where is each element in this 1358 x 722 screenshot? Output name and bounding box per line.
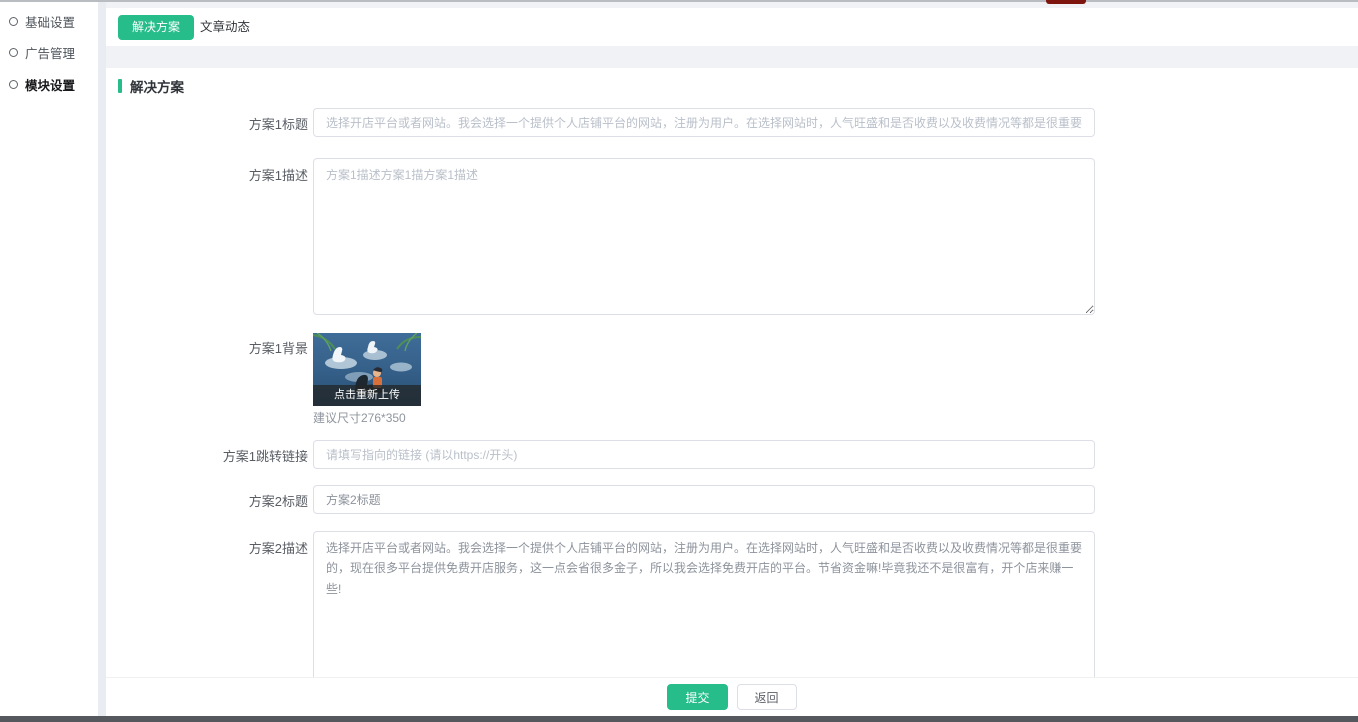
reupload-overlay[interactable]: 点击重新上传 <box>313 385 421 406</box>
tab-bar: 解决方案 文章动态 <box>106 8 1358 46</box>
section-header: 解决方案 <box>118 76 184 96</box>
sidebar-item-label: 模块设置 <box>25 75 75 94</box>
radio-circle-icon <box>9 48 18 57</box>
sidebar-item-module-settings[interactable]: 模块设置 <box>9 75 75 94</box>
sidebar: 基础设置 广告管理 模块设置 <box>0 2 98 716</box>
plan1-link-label: 方案1跳转链接 <box>148 446 308 465</box>
footer-action-bar: 提交 返回 <box>106 677 1358 716</box>
solution-form-panel: 解决方案 方案1标题 方案1描述 方案1背景 <box>106 68 1358 677</box>
sidebar-divider <box>98 2 106 716</box>
radio-circle-icon <box>9 80 18 89</box>
plan1-title-input[interactable] <box>313 108 1095 137</box>
tab-article-news[interactable]: 文章动态 <box>200 15 250 40</box>
plan2-desc-label: 方案2描述 <box>148 538 308 557</box>
admin-module-settings-page: 基础设置 广告管理 模块设置 解决方案 文章动态 解决方案 方案1标题 方案1描… <box>0 0 1358 722</box>
sidebar-item-ad-management[interactable]: 广告管理 <box>9 43 75 62</box>
plan2-title-input[interactable] <box>313 485 1095 514</box>
sidebar-item-label: 广告管理 <box>25 43 75 62</box>
plan1-link-input[interactable] <box>313 440 1095 469</box>
section-accent-bar <box>118 79 122 93</box>
plan1-title-label: 方案1标题 <box>148 114 308 133</box>
sidebar-item-basic-settings[interactable]: 基础设置 <box>9 12 75 31</box>
plan1-desc-label: 方案1描述 <box>148 165 308 184</box>
window-bottom-bar <box>0 716 1358 722</box>
plan1-bg-upload[interactable]: 点击重新上传 <box>313 333 421 406</box>
sidebar-item-label: 基础设置 <box>25 12 75 31</box>
window-top-red-artifact <box>1046 0 1086 4</box>
plan2-title-label: 方案2标题 <box>148 491 308 510</box>
submit-button[interactable]: 提交 <box>667 684 727 710</box>
radio-circle-icon <box>9 17 18 26</box>
section-title: 解决方案 <box>130 76 184 96</box>
plan1-bg-label: 方案1背景 <box>148 338 308 357</box>
plan2-desc-textarea[interactable]: 选择开店平台或者网站。我会选择一个提供个人店铺平台的网站，注册为用户。在选择网站… <box>313 531 1095 677</box>
plan1-desc-textarea[interactable] <box>313 158 1095 315</box>
window-top-edge <box>0 0 1358 2</box>
back-button[interactable]: 返回 <box>737 684 797 710</box>
size-hint: 建议尺寸276*350 <box>313 409 406 426</box>
tab-solution[interactable]: 解决方案 <box>118 15 194 40</box>
